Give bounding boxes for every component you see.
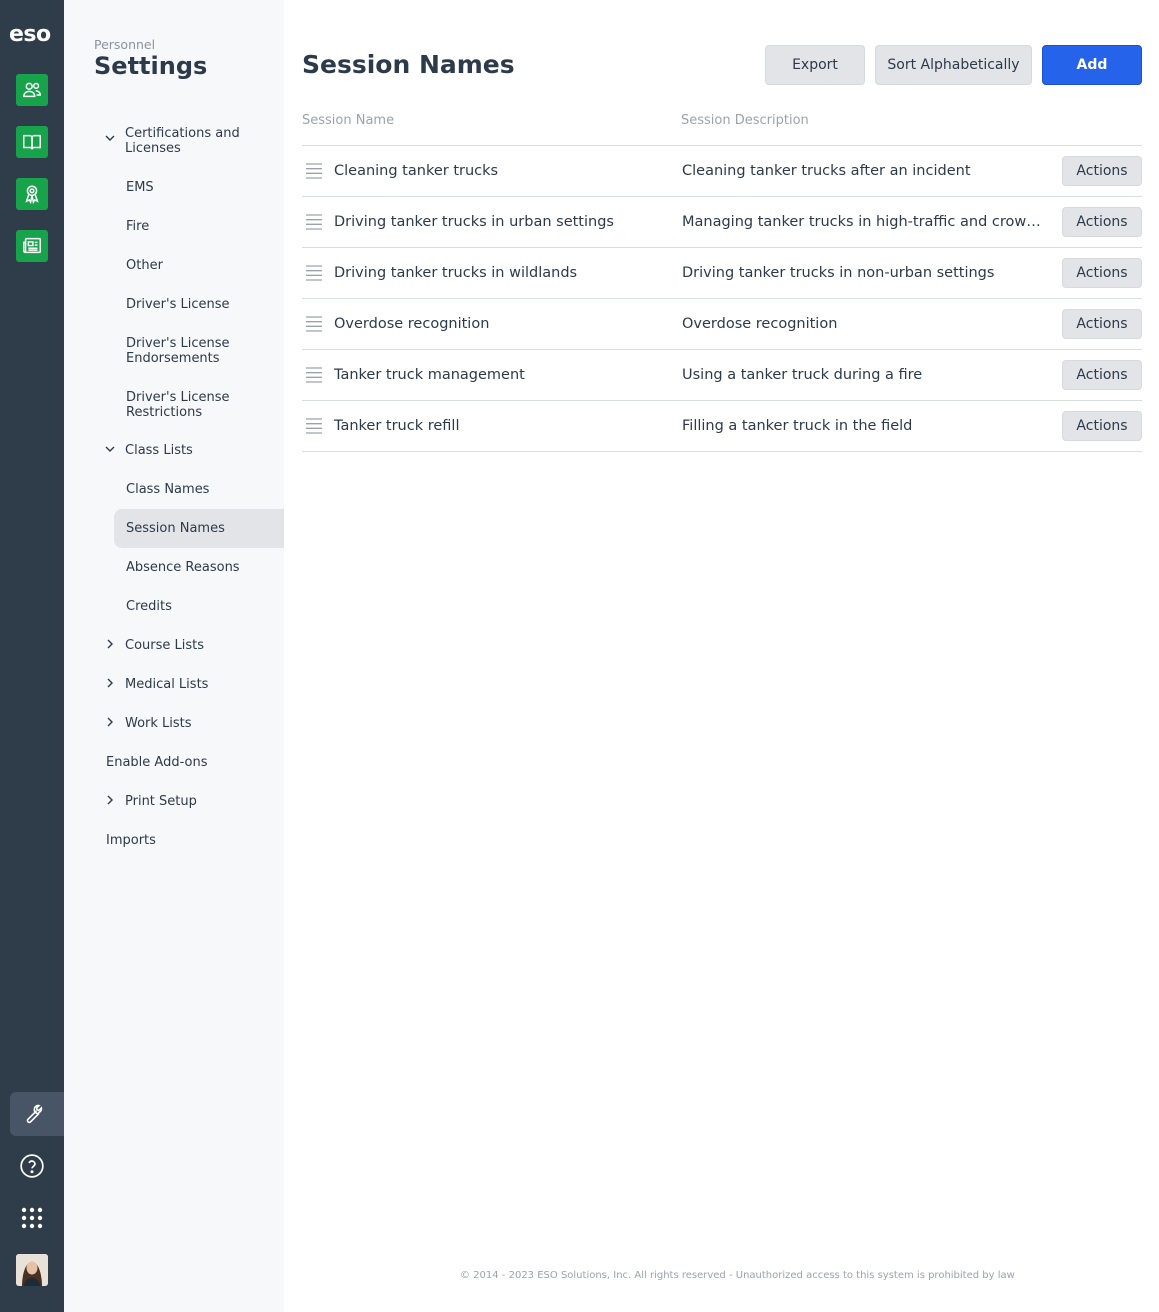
help-circle-icon[interactable] — [16, 1150, 48, 1182]
table-row[interactable]: Tanker truck management Using a tanker tr… — [302, 350, 1142, 401]
table-row[interactable]: Driving tanker trucks in urban settings M… — [302, 197, 1142, 248]
sidebar-item-drivers-license-endorsements[interactable]: Driver's License Endorsements — [126, 336, 246, 366]
book-icon[interactable] — [16, 126, 48, 158]
sidebar-item-ems[interactable]: EMS — [126, 180, 276, 195]
table-row[interactable]: Cleaning tanker trucks Cleaning tanker tr… — [302, 146, 1142, 197]
sidebar-item-certifications[interactable]: Certifications and Licenses — [125, 126, 275, 156]
settings-title: Settings — [94, 52, 208, 80]
session-description: Managing tanker trucks in high-traffic a… — [682, 214, 1044, 230]
sidebar-item-absence-reasons[interactable]: Absence Reasons — [126, 560, 276, 575]
footer-copyright: © 2014 - 2023 ESO Solutions, Inc. All ri… — [460, 1270, 1015, 1281]
page-title: Session Names — [302, 50, 515, 79]
sidebar-item-print-setup[interactable]: Print Setup — [125, 794, 197, 809]
session-description: Filling a tanker truck in the field — [682, 418, 913, 434]
chevron-down-icon[interactable] — [104, 132, 116, 144]
sidebar-item-class-names[interactable]: Class Names — [126, 482, 276, 497]
drag-handle-icon[interactable] — [305, 417, 323, 435]
eso-logo[interactable]: eso — [9, 22, 51, 47]
award-ribbon-icon[interactable] — [16, 178, 48, 210]
session-description: Overdose recognition — [682, 316, 838, 332]
settings-sidebar: Personnel Settings Certifications and Li… — [64, 0, 284, 1312]
table-row[interactable]: Driving tanker trucks in wildlands Drivin… — [302, 248, 1142, 299]
sidebar-item-work-lists[interactable]: Work Lists — [125, 716, 192, 731]
drag-handle-icon[interactable] — [305, 264, 323, 282]
session-description: Cleaning tanker trucks after an incident — [682, 163, 971, 179]
chevron-right-icon[interactable] — [104, 677, 116, 689]
sort-alphabetically-button[interactable]: Sort Alphabetically — [875, 45, 1032, 85]
chevron-right-icon[interactable] — [104, 716, 116, 728]
actions-button[interactable]: Actions — [1062, 360, 1142, 390]
session-name: Cleaning tanker trucks — [334, 163, 499, 179]
chevron-down-icon[interactable] — [104, 443, 116, 455]
actions-button[interactable]: Actions — [1062, 258, 1142, 288]
main-content: Session Names Export Sort Alphabetically… — [284, 0, 1159, 1312]
drag-handle-icon[interactable] — [305, 315, 323, 333]
newspaper-icon[interactable] — [16, 230, 48, 262]
drag-handle-icon[interactable] — [305, 213, 323, 231]
session-name: Overdose recognition — [334, 316, 490, 332]
session-name: Driving tanker trucks in urban settings — [334, 214, 614, 230]
session-description: Using a tanker truck during a fire — [682, 367, 923, 383]
sidebar-item-course-lists[interactable]: Course Lists — [125, 638, 204, 653]
actions-button[interactable]: Actions — [1062, 207, 1142, 237]
session-name: Tanker truck refill — [334, 418, 460, 434]
actions-button[interactable]: Actions — [1062, 156, 1142, 186]
table-row[interactable]: Tanker truck refill Filling a tanker truc… — [302, 401, 1142, 452]
settings-overline: Personnel — [94, 37, 156, 52]
session-description: Driving tanker trucks in non-urban setti… — [682, 265, 995, 281]
add-button[interactable]: Add — [1042, 45, 1142, 85]
actions-button[interactable]: Actions — [1062, 309, 1142, 339]
sidebar-item-imports[interactable]: Imports — [106, 833, 156, 848]
app-rail: eso — [0, 0, 64, 1312]
sidebar-item-session-names[interactable]: Session Names — [126, 521, 276, 536]
export-button[interactable]: Export — [765, 45, 865, 85]
sidebar-item-drivers-license-restrictions[interactable]: Driver's License Restrictions — [126, 390, 246, 420]
column-header-session-description[interactable]: Session Description — [681, 113, 809, 128]
people-icon[interactable] — [16, 74, 48, 106]
table-row[interactable]: Overdose recognition Overdose recognition… — [302, 299, 1142, 350]
sidebar-item-drivers-license[interactable]: Driver's License — [126, 297, 276, 312]
drag-handle-icon[interactable] — [305, 366, 323, 384]
column-header-session-name[interactable]: Session Name — [302, 113, 394, 128]
session-name: Tanker truck management — [334, 367, 525, 383]
wrench-icon[interactable] — [10, 1092, 64, 1136]
user-avatar[interactable] — [16, 1254, 48, 1286]
sidebar-item-credits[interactable]: Credits — [126, 599, 276, 614]
sidebar-item-class-lists[interactable]: Class Lists — [125, 443, 193, 458]
sidebar-item-medical-lists[interactable]: Medical Lists — [125, 677, 208, 692]
chevron-right-icon[interactable] — [104, 794, 116, 806]
session-name: Driving tanker trucks in wildlands — [334, 265, 578, 281]
sidebar-item-enable-addons[interactable]: Enable Add-ons — [106, 755, 207, 770]
actions-button[interactable]: Actions — [1062, 411, 1142, 441]
sidebar-item-other[interactable]: Other — [126, 258, 276, 273]
drag-handle-icon[interactable] — [305, 162, 323, 180]
apps-grid-icon[interactable] — [16, 1202, 48, 1234]
chevron-right-icon[interactable] — [104, 638, 116, 650]
sidebar-item-fire[interactable]: Fire — [126, 219, 276, 234]
